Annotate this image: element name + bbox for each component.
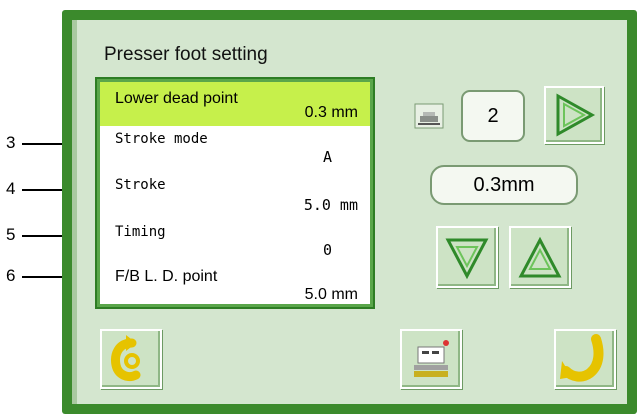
page-number: 2 [487, 105, 499, 127]
setting-row-lower-dead-point[interactable]: Lower dead point 0.3 mm [100, 82, 370, 126]
setting-row-fb-ld-point[interactable]: F/B L. D. point 5.0 mm [100, 264, 370, 307]
right-triangle-icon [556, 93, 596, 137]
current-value: 0.3mm [473, 174, 535, 196]
increase-button[interactable] [509, 226, 571, 288]
setting-row-timing[interactable]: Timing 0 [100, 218, 370, 264]
back-button[interactable] [100, 329, 162, 389]
page-number-field: 2 [461, 90, 525, 142]
setting-label: Timing [115, 224, 166, 240]
page-title: Presser foot setting [104, 44, 268, 65]
decrease-button[interactable] [436, 226, 498, 288]
value-display-field: 0.3mm [430, 165, 578, 205]
setting-value: 0.3 mm [304, 104, 358, 121]
setting-label: Stroke [115, 177, 166, 193]
machine-settings-icon [414, 340, 449, 377]
presser-page-icon [414, 103, 444, 129]
down-triangle-icon [445, 238, 489, 280]
callout-number: 5 [6, 225, 16, 244]
setting-value: 5.0 mm [304, 286, 358, 303]
callout-number: 4 [6, 179, 16, 198]
next-page-button[interactable] [544, 86, 604, 144]
setting-label: Lower dead point [115, 90, 238, 107]
enter-arrow-icon [560, 334, 604, 382]
setting-row-stroke-mode[interactable]: Stroke mode A [100, 126, 370, 172]
setting-row-stroke[interactable]: Stroke 5.0 mm [100, 172, 370, 218]
up-triangle-icon [518, 236, 562, 278]
setting-value: 5.0 mm [303, 196, 358, 214]
return-arrow-icon [111, 335, 141, 382]
callout-number: 3 [6, 133, 16, 152]
setting-value: 0 [322, 241, 332, 259]
setting-value: A [322, 148, 332, 166]
setting-label: Stroke mode [115, 131, 208, 147]
setting-label: F/B L. D. point [115, 268, 218, 285]
machine-settings-button[interactable] [400, 329, 462, 389]
enter-button[interactable] [554, 329, 616, 389]
callout-number: 6 [6, 266, 16, 285]
settings-list: Lower dead point 0.3 mm Stroke mode A St… [95, 77, 375, 309]
